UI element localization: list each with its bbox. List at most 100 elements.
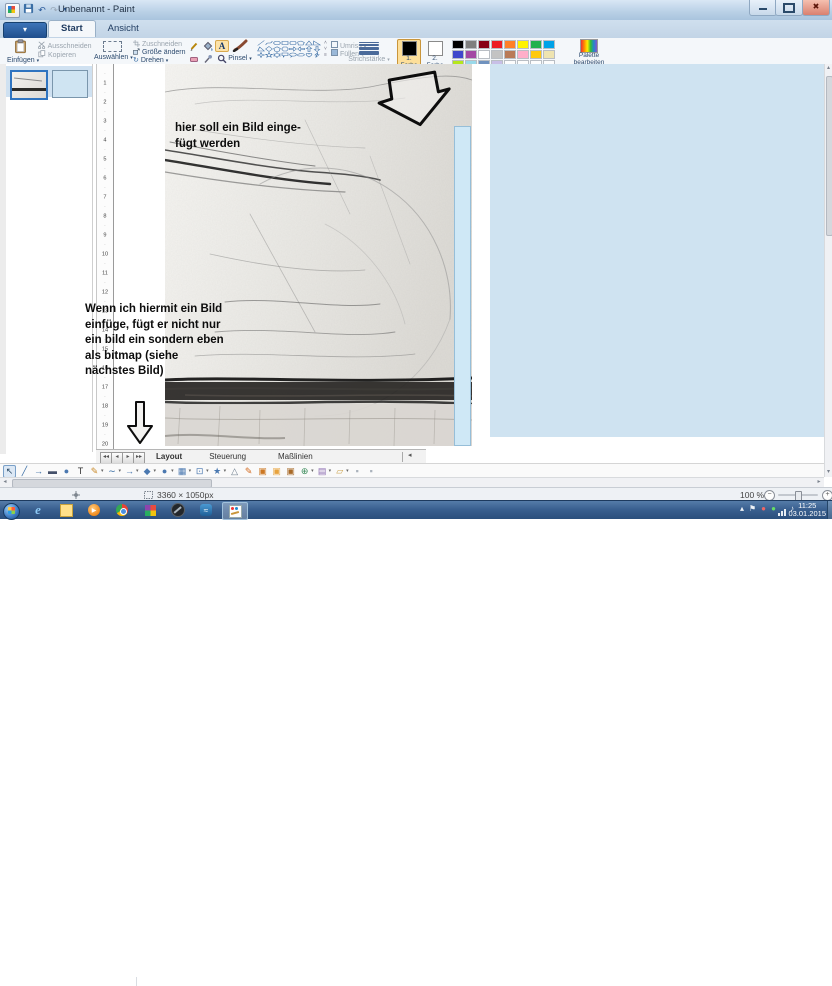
shape-cloud-callout[interactable] <box>297 52 305 58</box>
dropdown-caret-icon[interactable]: ▾ <box>189 468 192 474</box>
shape-six-point-star[interactable] <box>273 52 281 58</box>
shape-oval-callout[interactable] <box>289 52 297 58</box>
palette-color-cell[interactable] <box>504 50 516 59</box>
table-tool[interactable]: ▦▾ <box>177 466 192 477</box>
tray-update-icon[interactable]: ● <box>771 501 776 517</box>
palette-color-cell[interactable] <box>504 40 516 49</box>
pointer-tool[interactable]: ↖ <box>3 465 16 478</box>
crop-button[interactable]: Zuschneiden <box>133 40 182 48</box>
arrow-tool[interactable]: → <box>33 466 44 477</box>
screen-tool[interactable]: ⊡▾ <box>194 466 209 477</box>
palette-color-cell[interactable] <box>491 50 503 59</box>
tray-flag-icon[interactable]: ⚑ <box>749 501 756 517</box>
camera-tool[interactable]: ▣ <box>285 466 296 477</box>
brush-button[interactable]: Pinsel ▾ <box>228 39 252 62</box>
paste-button[interactable]: Einfügen ▾ <box>7 39 33 64</box>
dropdown-caret-icon[interactable]: ▾ <box>101 468 104 474</box>
shape-five-point-star[interactable] <box>265 52 273 58</box>
dropdown-caret-icon[interactable]: ▾ <box>119 468 122 474</box>
taskbar-media-player[interactable]: ▶ <box>82 502 106 518</box>
diamond-tool[interactable]: ◆▾ <box>142 466 157 477</box>
taskbar-openoffice[interactable]: ≈ <box>194 502 218 518</box>
taskbar-clock[interactable]: 11:25 03.01.2015 <box>788 502 826 518</box>
palette-color-cell[interactable] <box>478 50 490 59</box>
scroll-down-icon[interactable]: ▾ <box>825 468 832 477</box>
image-tool[interactable]: ▣ <box>257 466 268 477</box>
dropdown-caret-icon[interactable]: ▾ <box>311 468 314 474</box>
taskbar-dark-app[interactable] <box>166 502 190 518</box>
shape-rounded-callout[interactable] <box>281 52 289 58</box>
scroll-left-icon[interactable]: ◂ <box>0 478 10 487</box>
palette-color-cell[interactable] <box>465 50 477 59</box>
circle-tool[interactable]: ●▾ <box>159 466 174 477</box>
dropdown-caret-icon[interactable]: ▾ <box>171 468 174 474</box>
palette-color-cell[interactable] <box>530 40 542 49</box>
close-button[interactable]: ✖ <box>802 0 830 16</box>
dropdown-caret-icon[interactable]: ▾ <box>224 468 227 474</box>
edit-palette-button[interactable]: Palette bearbeiten <box>568 39 610 66</box>
line-tool[interactable]: ╱ <box>19 466 30 477</box>
taskbar-internet-explorer[interactable]: e <box>26 502 50 518</box>
save-icon[interactable] <box>21 3 35 17</box>
minimize-button[interactable] <box>749 0 777 16</box>
page-thumbnail-1[interactable] <box>10 70 48 100</box>
rotate-button[interactable]: ↻ Drehen ▾ <box>133 56 168 64</box>
shape-lightning[interactable] <box>313 52 321 58</box>
taskbar-paint-active[interactable] <box>222 502 248 520</box>
palette-color-cell[interactable] <box>517 40 529 49</box>
stroke-width-button[interactable]: Strichstärke ▾ <box>347 40 391 63</box>
shapes-scroll[interactable]: ˄˅≡ <box>322 40 329 58</box>
ellipse-tool[interactable]: ● <box>61 466 72 477</box>
palette-color-cell[interactable] <box>452 40 464 49</box>
taskbar-grid-app[interactable] <box>138 502 162 518</box>
tab-ansicht[interactable]: Ansicht <box>96 21 151 37</box>
scroll-right-icon[interactable]: ▸ <box>814 478 824 487</box>
sheet-tab-maßlinien[interactable]: Maßlinien <box>268 450 323 463</box>
shape-heart[interactable] <box>305 52 313 58</box>
curve-tool[interactable]: ∼▾ <box>107 466 122 477</box>
sheet-tab-steuerung[interactable]: Steuerung <box>199 450 256 463</box>
palette-color-cell[interactable] <box>452 50 464 59</box>
pencil-tool-button[interactable] <box>187 40 201 52</box>
palette-color-cell[interactable] <box>517 50 529 59</box>
extra-tool-1[interactable]: ▪ <box>352 466 363 477</box>
tray-hidden-icons-caret[interactable]: ▴ <box>740 501 744 517</box>
palette-color-cell[interactable] <box>543 40 555 49</box>
freehand-pen-tool[interactable]: ✎ <box>243 466 254 477</box>
tray-alert-icon[interactable]: ● <box>761 501 766 517</box>
palette-color-cell[interactable] <box>465 40 477 49</box>
connector-tool[interactable]: →▾ <box>124 466 139 477</box>
palette-color-cell[interactable] <box>543 50 555 59</box>
embedded-scrollbar[interactable] <box>454 126 471 446</box>
start-button[interactable] <box>3 503 20 520</box>
dropdown-caret-icon[interactable]: ▾ <box>154 468 157 474</box>
palette-color-cell[interactable] <box>530 50 542 59</box>
copy-button[interactable]: Kopieren <box>38 50 76 59</box>
sheetbar-arrow-icon[interactable]: ◂ <box>408 451 412 459</box>
cut-button[interactable]: Ausschneiden <box>38 41 92 50</box>
file-menu-button[interactable]: ▾ <box>3 22 47 39</box>
scroll-up-icon[interactable]: ▴ <box>825 64 832 73</box>
vertical-scrollbar[interactable]: ▴ ▾ <box>824 64 832 477</box>
show-desktop-button[interactable] <box>827 501 832 519</box>
resize-button[interactable]: Größe ändern <box>133 48 186 56</box>
vscroll-thumb[interactable] <box>826 76 832 236</box>
fill-tool-button[interactable] <box>201 40 215 52</box>
rectangle-tool[interactable]: ▬ <box>47 466 58 477</box>
palette-color-cell[interactable] <box>478 40 490 49</box>
tray-network-icon[interactable] <box>778 509 786 516</box>
folder-tool[interactable]: ▱▾ <box>334 466 349 477</box>
dropdown-caret-icon[interactable]: ▾ <box>136 468 139 474</box>
tab-start[interactable]: Start <box>48 20 96 37</box>
text-tool-button[interactable]: A <box>215 40 229 52</box>
dropdown-caret-icon[interactable]: ▾ <box>346 468 349 474</box>
media-tool[interactable]: ▤▾ <box>317 466 332 477</box>
palette-color-cell[interactable] <box>491 40 503 49</box>
page-thumbnail-2[interactable] <box>52 70 88 98</box>
pen-tool[interactable]: ✎▾ <box>89 466 104 477</box>
extra-tool-2[interactable]: ▪ <box>366 466 377 477</box>
dropdown-caret-icon[interactable]: ▾ <box>206 468 209 474</box>
star-tool[interactable]: ★▾ <box>212 466 227 477</box>
sheet-tab-layout[interactable]: Layout <box>146 450 192 463</box>
taskbar-chrome[interactable] <box>110 502 134 518</box>
